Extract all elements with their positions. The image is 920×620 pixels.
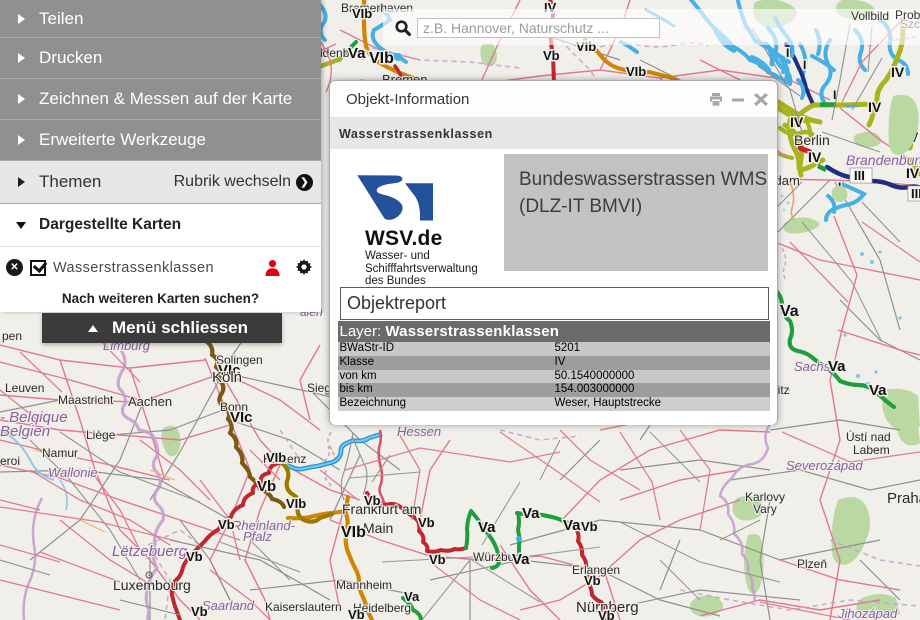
svg-text:Mannheim: Mannheim: [336, 578, 392, 592]
svg-text:Praha: Praha: [887, 490, 920, 507]
svg-text:eroi: eroi: [0, 454, 20, 468]
svg-text:Vb: Vb: [191, 604, 208, 619]
svg-text:Belgien: Belgien: [0, 423, 50, 440]
svg-text:Va: Va: [869, 382, 887, 399]
svg-text:Ústí nad: Ústí nad: [846, 429, 891, 444]
svg-text:IV: IV: [891, 64, 905, 80]
svg-text:Va: Va: [348, 45, 366, 62]
svg-text:Namur: Namur: [42, 446, 78, 460]
svg-text:Vb: Vb: [584, 573, 601, 588]
svg-text:Frankfurt am: Frankfurt am: [342, 501, 421, 517]
svg-text:Berlin: Berlin: [794, 132, 830, 148]
svg-text:VIb: VIb: [369, 50, 394, 67]
svg-text:Va: Va: [512, 551, 530, 568]
svg-text:III: III: [854, 168, 865, 183]
svg-text:III: III: [911, 186, 920, 201]
svg-text:Luxembourg: Luxembourg: [113, 577, 191, 593]
svg-text:Vb: Vb: [543, 48, 560, 63]
svg-text:IV: IV: [790, 114, 804, 130]
svg-text:Va: Va: [522, 505, 540, 522]
svg-text:Vary: Vary: [753, 502, 777, 516]
svg-text:Labem: Labem: [853, 443, 890, 457]
svg-text:Vb: Vb: [418, 515, 435, 530]
svg-text:Kaiserslautern: Kaiserslautern: [265, 600, 342, 614]
svg-text:I: I: [786, 46, 789, 60]
svg-text:Vb: Vb: [348, 607, 365, 620]
svg-text:Va: Va: [780, 303, 799, 320]
svg-text:Severozápad: Severozápad: [786, 458, 863, 473]
svg-text:Köln: Köln: [212, 369, 242, 386]
svg-text:VIb: VIb: [352, 6, 372, 21]
svg-text:Va: Va: [828, 358, 846, 375]
svg-text:IV: IV: [868, 99, 882, 115]
svg-text:I: I: [803, 58, 806, 72]
svg-text:Lëtzebuerg: Lëtzebuerg: [112, 543, 188, 560]
svg-text:Vb: Vb: [581, 519, 598, 534]
svg-text:Va: Va: [404, 589, 420, 604]
svg-text:IV: IV: [808, 149, 822, 165]
svg-text:Main: Main: [363, 520, 393, 536]
svg-text:VIb: VIb: [626, 64, 646, 79]
svg-text:Hessen: Hessen: [397, 424, 441, 439]
svg-text:Maastricht: Maastricht: [58, 393, 114, 407]
svg-text:Vb: Vb: [257, 478, 276, 495]
svg-text:pen: pen: [2, 329, 22, 343]
svg-text:Va: Va: [563, 517, 581, 534]
svg-text:Aachen: Aachen: [128, 394, 172, 409]
svg-text:Vb: Vb: [598, 608, 615, 620]
svg-text:Pfalz: Pfalz: [243, 529, 272, 544]
svg-text:Vb: Vb: [429, 552, 446, 567]
svg-text:VIc: VIc: [230, 409, 253, 426]
svg-text:Leuven: Leuven: [5, 381, 44, 395]
svg-text:Brandenburg: Brandenburg: [846, 152, 920, 168]
svg-text:Va: Va: [478, 519, 496, 536]
svg-text:Sieg: Sieg: [307, 381, 331, 395]
svg-text:Vb: Vb: [364, 493, 381, 508]
svg-text:Wallonie: Wallonie: [48, 465, 98, 480]
svg-text:VIb: VIb: [341, 524, 366, 541]
svg-text:Jihozápad: Jihozápad: [837, 606, 898, 620]
svg-text:Plzeň: Plzeň: [797, 557, 827, 571]
svg-text:Liège: Liège: [86, 428, 116, 442]
svg-text:Vb: Vb: [186, 549, 203, 564]
svg-text:Saarland: Saarland: [202, 598, 255, 613]
svg-text:Vb: Vb: [218, 517, 235, 532]
svg-text:VIb: VIb: [266, 450, 286, 465]
svg-text:VIb: VIb: [286, 496, 306, 511]
